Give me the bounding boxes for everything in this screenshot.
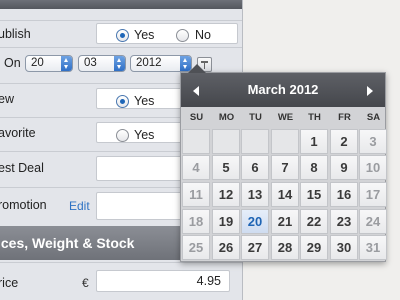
new-label: ew <box>0 92 14 106</box>
weekday-label: MO <box>218 112 235 123</box>
calendar-day-cell[interactable]: 6 <box>241 155 269 180</box>
price-input[interactable]: 4.95 <box>96 270 230 292</box>
favorite-yes-label: Yes <box>134 128 155 142</box>
calendar-day-cell[interactable]: 30 <box>330 235 358 260</box>
date-picker-popup: March 2012 SU MO TU WE TH FR SA 1 2 3 4 5 6 7 8 9 10 11 1… <box>180 64 387 262</box>
calendar-day-cell[interactable]: 3 <box>359 129 387 154</box>
calendar-day-cell[interactable]: 21 <box>271 209 299 234</box>
calendar-day-cell[interactable]: 7 <box>271 155 299 180</box>
weekday-label: TU <box>249 112 262 123</box>
calendar-day-cell[interactable]: 14 <box>271 182 299 207</box>
favorite-label: avorite <box>0 126 36 140</box>
calendar-day-cell[interactable]: 15 <box>300 182 328 207</box>
section-title: ices, Weight & Stock <box>0 235 135 251</box>
calendar-empty-cell <box>182 129 210 154</box>
weekday-label: WE <box>277 112 294 123</box>
calendar-day-cell[interactable]: 25 <box>182 235 210 260</box>
new-yes-label: Yes <box>134 94 155 108</box>
calendar-header: March 2012 <box>181 73 385 107</box>
calendar-empty-cell <box>212 129 240 154</box>
weekday-label: SU <box>189 112 204 123</box>
publish-label: ublish <box>0 27 31 41</box>
calendar-empty-cell <box>271 129 299 154</box>
calendar-day-cell[interactable]: 17 <box>359 182 387 207</box>
publish-options: Yes No <box>96 23 238 44</box>
month-select-value: 03 <box>84 57 97 69</box>
calendar-day-cell[interactable]: 16 <box>330 182 358 207</box>
year-select[interactable]: 2012 <box>130 55 192 72</box>
calendar-day-cell[interactable]: 13 <box>241 182 269 207</box>
calendar-day-cell[interactable]: 20 <box>241 209 269 234</box>
weekday-label: SA <box>366 112 381 123</box>
favorite-yes-radio[interactable] <box>116 129 129 142</box>
prev-month-icon[interactable] <box>193 86 199 96</box>
calendar-day-cell[interactable]: 23 <box>330 209 358 234</box>
weekday-label: FR <box>338 112 351 123</box>
calendar-day-cell[interactable]: 26 <box>212 235 240 260</box>
on-label: On <box>4 56 21 70</box>
new-yes-radio[interactable] <box>116 95 129 108</box>
publish-no-radio[interactable] <box>176 29 189 42</box>
calendar-day-cell[interactable]: 19 <box>212 209 240 234</box>
calendar-day-cell[interactable]: 29 <box>300 235 328 260</box>
calendar-empty-cell <box>241 129 269 154</box>
calendar-day-cell[interactable]: 22 <box>300 209 328 234</box>
currency-symbol: € <box>82 276 89 290</box>
calendar-day-cell[interactable]: 8 <box>300 155 328 180</box>
calendar-day-cell[interactable]: 12 <box>212 182 240 207</box>
day-select[interactable]: 20 <box>25 55 73 72</box>
calendar-day-cell[interactable]: 9 <box>330 155 358 180</box>
calendar-day-cell[interactable]: 28 <box>271 235 299 260</box>
weekday-label: TH <box>308 112 321 123</box>
publish-no-label: No <box>195 28 211 42</box>
calendar-day-cell[interactable]: 24 <box>359 209 387 234</box>
next-month-icon[interactable] <box>367 86 373 96</box>
month-select-arrows-icon <box>114 56 125 71</box>
calendar-day-cell[interactable]: 31 <box>359 235 387 260</box>
calendar-month-title: March 2012 <box>247 82 319 97</box>
calendar-day-cell[interactable]: 27 <box>241 235 269 260</box>
promotion-edit-link[interactable]: Edit <box>69 199 90 213</box>
panel-top-bar <box>0 0 242 9</box>
publish-yes-radio[interactable] <box>116 29 129 42</box>
calendar-day-cell[interactable]: 11 <box>182 182 210 207</box>
price-label: rice <box>0 276 19 290</box>
best-deal-label: est Deal <box>0 161 44 175</box>
day-select-arrows-icon <box>61 56 72 71</box>
calendar-day-cell[interactable]: 1 <box>300 129 328 154</box>
calendar-day-cell[interactable]: 18 <box>182 209 210 234</box>
day-select-value: 20 <box>31 57 44 69</box>
promotion-label: romotion <box>0 198 47 212</box>
calendar-day-cell[interactable]: 2 <box>330 129 358 154</box>
publish-row: ublish Yes No <box>0 20 242 46</box>
publish-yes-label: Yes <box>134 28 155 42</box>
year-select-value: 2012 <box>136 57 162 69</box>
calendar-day-cell[interactable]: 10 <box>359 155 387 180</box>
calendar-day-cell[interactable]: 4 <box>182 155 210 180</box>
calendar-day-cell[interactable]: 5 <box>212 155 240 180</box>
month-select[interactable]: 03 <box>78 55 126 72</box>
price-row: rice € 4.95 <box>0 262 242 300</box>
